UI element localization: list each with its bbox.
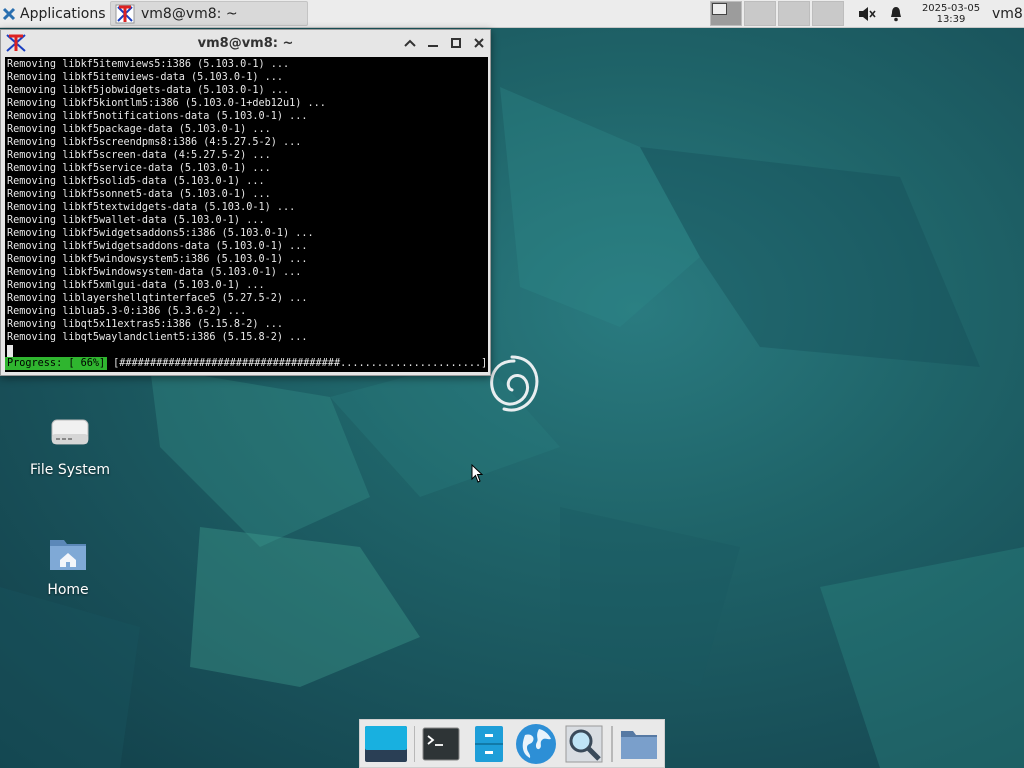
progress-bar: [####################################...…: [113, 358, 488, 369]
dock-separator: [413, 725, 416, 762]
mouse-pointer-icon: [471, 464, 484, 483]
dock-web-browser[interactable]: [513, 722, 559, 766]
terminal-line: Removing libqt5waylandclient5:i386 (5.15…: [7, 332, 308, 343]
taskbar-button-title: vm8@vm8: ~: [141, 5, 238, 22]
terminal-line: Removing libkf5xmlgui-data (5.103.0-1) .…: [7, 280, 265, 291]
user-menu[interactable]: vm8: [992, 0, 1023, 27]
terminal-line: Removing libkf5kiontlm5:i386 (5.103.0-1+…: [7, 98, 326, 109]
terminal-line: Removing libkf5itemviews-data (5.103.0-1…: [7, 72, 284, 83]
window-titlebar[interactable]: vm8@vm8: ~: [1, 30, 490, 56]
terminal-icon: [422, 727, 460, 760]
show-desktop-icon: [364, 725, 407, 762]
terminal-line: Removing libkf5windowsystem5:i386 (5.103…: [7, 254, 308, 265]
terminal-line: Removing libkf5notifications-data (5.103…: [7, 111, 308, 122]
dock-terminal[interactable]: [418, 722, 464, 766]
terminal-line: Removing liblua5.3-0:i386 (5.3.6-2) ...: [7, 306, 247, 317]
maximize-icon: [451, 38, 461, 48]
dock-app-finder[interactable]: [561, 722, 607, 766]
terminal-line: Removing libkf5screen-data (4:5.27.5-2) …: [7, 150, 271, 161]
desktop-icon-label: File System: [29, 462, 111, 478]
window-maximize-button[interactable]: [447, 34, 465, 52]
desktop-icon-file-system[interactable]: File System: [15, 412, 125, 478]
app-finder-icon: [565, 725, 603, 762]
terminal-cursor: [7, 345, 13, 357]
applications-menu-button[interactable]: Applications: [2, 0, 106, 27]
drive-icon: [51, 419, 89, 445]
bell-icon[interactable]: [888, 6, 904, 22]
desktop-icon-label: Home: [47, 582, 89, 598]
workspace-2[interactable]: [744, 1, 776, 26]
terminal-line: Removing libkf5screendpms8:i386 (4:5.27.…: [7, 137, 302, 148]
chevron-up-icon: [404, 39, 416, 47]
workspace-3[interactable]: [778, 1, 810, 26]
progress-label: Progress: [ 66%]: [5, 357, 108, 370]
clock[interactable]: 2025-03-05 13:39: [918, 0, 984, 27]
web-browser-icon: [516, 723, 557, 764]
terminal-line: Removing libkf5wallet-data (5.103.0-1) .…: [7, 215, 265, 226]
clock-time: 13:39: [936, 13, 966, 25]
clock-date: 2025-03-05: [921, 2, 981, 14]
minimize-icon: [428, 45, 438, 47]
dock-file-manager[interactable]: [466, 722, 512, 766]
xterm-icon: [115, 4, 135, 23]
window-shade-button[interactable]: [401, 34, 419, 52]
taskbar-button-terminal[interactable]: vm8@vm8: ~: [110, 1, 308, 26]
system-tray: [858, 0, 904, 27]
top-panel: Applications vm8@vm8: ~ 2025-03-05 13:39…: [0, 0, 1024, 28]
terminal-line: Removing libkf5jobwidgets-data (5.103.0-…: [7, 85, 290, 96]
terminal-line: Removing libkf5solid5-data (5.103.0-1) .…: [7, 176, 265, 187]
terminal-line: Removing libkf5widgetsaddons-data (5.103…: [7, 241, 308, 252]
dock-show-desktop[interactable]: [363, 722, 409, 766]
workspace-1[interactable]: [710, 1, 742, 26]
terminal-line: Removing libkf5service-data (5.103.0-1) …: [7, 163, 271, 174]
window-minimize-button[interactable]: [424, 34, 442, 52]
terminal-line: Removing liblayershellqtinterface5 (5.27…: [7, 293, 308, 304]
workspace-switcher: [710, 0, 844, 27]
terminal-line: Removing libqt5x11extras5:i386 (5.15.8-2…: [7, 319, 284, 330]
home-folder-icon: [50, 540, 86, 570]
terminal-line: Removing libkf5widgetsaddons5:i386 (5.10…: [7, 228, 314, 239]
desktop-icon-home[interactable]: Home: [13, 532, 123, 598]
dock: [359, 719, 665, 768]
dock-separator: [611, 725, 614, 762]
terminal-line: Removing libkf5windowsystem-data (5.103.…: [7, 267, 302, 278]
terminal-output[interactable]: Removing libkf5itemviews5:i386 (5.103.0-…: [5, 57, 488, 372]
terminal-window[interactable]: vm8@vm8: ~ Removing libkf5itemviews5:i38…: [0, 29, 491, 376]
terminal-line: Removing libkf5textwidgets-data (5.103.0…: [7, 202, 296, 213]
close-icon: [474, 38, 484, 48]
window-close-button[interactable]: [470, 34, 488, 52]
file-manager-icon: [474, 725, 503, 762]
workspace-4[interactable]: [812, 1, 844, 26]
progress-row: Progress: [ 66%] [######################…: [5, 357, 487, 370]
folder-icon: [621, 730, 658, 759]
terminal-line: Removing libkf5itemviews5:i386 (5.103.0-…: [7, 59, 290, 70]
volume-muted-icon[interactable]: [858, 6, 876, 22]
terminal-line: Removing libkf5sonnet5-data (5.103.0-1) …: [7, 189, 271, 200]
terminal-lines: Removing libkf5itemviews5:i386 (5.103.0-…: [7, 58, 326, 344]
dock-folder[interactable]: [616, 722, 662, 766]
terminal-line: Removing libkf5package-data (5.103.0-1) …: [7, 124, 271, 135]
applications-label: Applications: [20, 5, 106, 22]
xfce-logo-icon: [2, 7, 16, 20]
